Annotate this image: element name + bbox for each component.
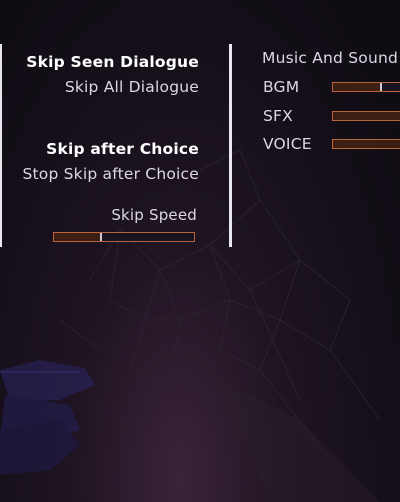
skip-all-dialogue-option[interactable]: Skip All Dialogue [65, 78, 199, 96]
panel-divider [229, 44, 232, 247]
skip-after-choice-option[interactable]: Skip after Choice [46, 140, 199, 158]
background-shards [0, 149, 381, 502]
left-panel-border [0, 44, 2, 247]
music-and-sound-header: Music And Sound I [262, 49, 400, 67]
skip-speed-slider[interactable] [53, 232, 195, 242]
skip-speed-slider-fill [54, 233, 103, 241]
skip-seen-dialogue-option[interactable]: Skip Seen Dialogue [26, 53, 199, 71]
voice-slider-fill [333, 140, 400, 148]
skip-speed-label: Skip Speed [111, 206, 197, 224]
sfx-slider-fill [333, 112, 400, 120]
bgm-label: BGM [263, 78, 300, 96]
bgm-slider-fill [333, 83, 382, 91]
stop-skip-after-choice-option[interactable]: Stop Skip after Choice [22, 165, 199, 183]
voice-label: VOICE [263, 135, 312, 153]
voice-slider[interactable] [332, 139, 400, 149]
bgm-slider[interactable] [332, 82, 400, 92]
sfx-slider[interactable] [332, 111, 400, 121]
sfx-label: SFX [263, 107, 293, 125]
